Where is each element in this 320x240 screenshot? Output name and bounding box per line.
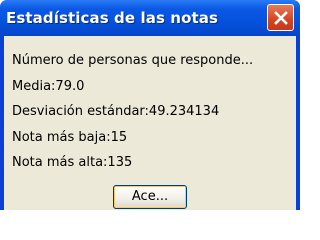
- mean-text: Media:79.0: [12, 79, 85, 94]
- ok-button[interactable]: Ace...: [113, 185, 187, 209]
- std-dev-text: Desviación estándar:49.234134: [12, 104, 220, 119]
- dialog-window: Estadísticas de las notas Número de pers…: [0, 0, 300, 210]
- window-title: Estadísticas de las notas: [6, 9, 219, 27]
- title-bar[interactable]: Estadísticas de las notas: [0, 0, 300, 36]
- min-grade-text: Nota más baja:15: [12, 130, 128, 145]
- close-button[interactable]: [267, 4, 294, 31]
- respondents-count-text: Número de personas que responde...: [12, 53, 254, 68]
- dialog-content: Número de personas que responde... Media…: [4, 36, 296, 210]
- max-grade-text: Nota más alta:135: [12, 155, 133, 170]
- close-icon: [274, 11, 288, 25]
